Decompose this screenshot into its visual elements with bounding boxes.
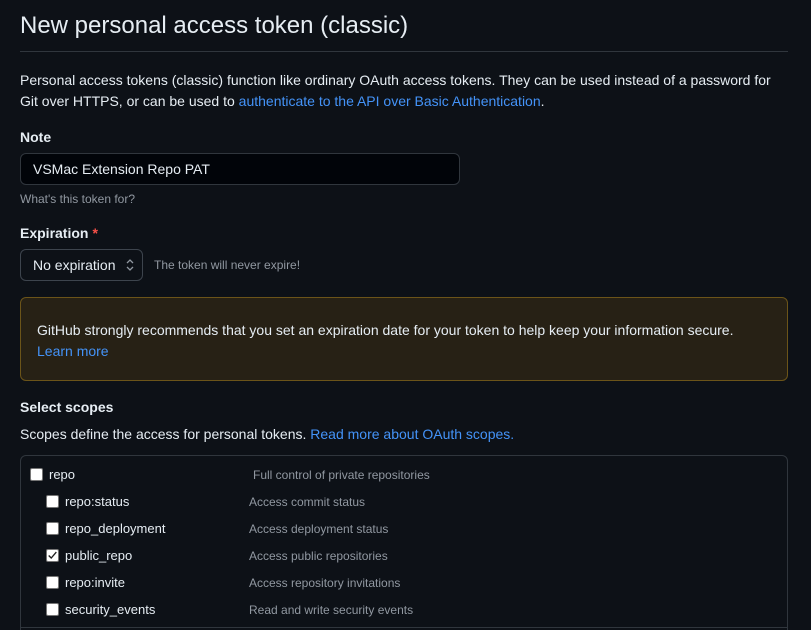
scopes-list: repo Full control of private repositorie… (20, 455, 788, 630)
scope-checkbox-repo[interactable] (30, 468, 43, 481)
basic-auth-link[interactable]: authenticate to the API over Basic Authe… (239, 93, 541, 109)
expiration-selected-value: No expiration (33, 257, 116, 273)
warning-text: GitHub strongly recommends that you set … (37, 322, 734, 338)
scope-name: repo_deployment (65, 521, 166, 536)
scopes-label: Select scopes (20, 399, 114, 415)
intro-end: . (540, 93, 545, 109)
scope-checkbox-repo-status[interactable] (46, 495, 59, 508)
intro-paragraph: Personal access tokens (classic) functio… (20, 70, 788, 112)
scope-description: Access repository invitations (249, 576, 401, 590)
expiration-message: The token will never expire! (154, 258, 301, 272)
scope-checkbox-repo-deployment[interactable] (46, 522, 59, 535)
scope-description: Access deployment status (249, 522, 389, 536)
select-arrows-icon (126, 259, 134, 271)
expiration-label-text: Expiration (20, 225, 89, 241)
scope-name: repo (49, 467, 76, 482)
scope-divider (21, 627, 787, 628)
scope-name: security_events (65, 602, 156, 617)
checkmark-icon (48, 551, 57, 560)
scope-name: repo:invite (65, 575, 125, 590)
page-title: New personal access token (classic) (20, 12, 409, 39)
scope-checkbox-security-events[interactable] (46, 603, 59, 616)
scope-name: public_repo (65, 548, 133, 563)
scope-description: Access public repositories (249, 549, 388, 563)
scope-name: repo:status (65, 494, 130, 509)
scope-description: Access commit status (249, 495, 366, 509)
note-label: Note (20, 129, 52, 145)
required-asterisk: * (92, 225, 98, 241)
scope-description: Full control of private repositories (253, 468, 430, 482)
note-input[interactable] (20, 153, 460, 185)
scopes-description-text: Scopes define the access for personal to… (20, 426, 311, 442)
expiration-label: Expiration * (20, 225, 98, 241)
scope-checkbox-repo-invite[interactable] (46, 576, 59, 589)
scope-checkbox-public-repo[interactable] (46, 549, 59, 562)
expiration-select[interactable]: No expiration (20, 249, 143, 281)
learn-more-link[interactable]: Learn more (37, 343, 109, 359)
scopes-description: Scopes define the access for personal to… (20, 426, 514, 442)
oauth-scopes-link[interactable]: Read more about OAuth scopes. (310, 426, 514, 442)
title-divider (20, 51, 788, 52)
scope-description: Read and write security events (249, 603, 414, 617)
note-hint: What's this token for? (20, 192, 136, 206)
expiration-warning-banner: GitHub strongly recommends that you set … (20, 297, 788, 381)
